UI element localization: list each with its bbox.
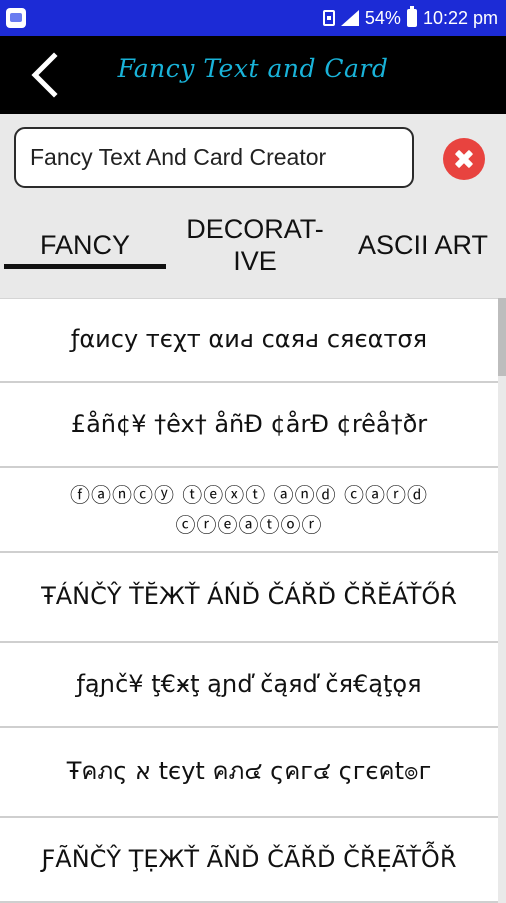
fancy-text-list: ƒαиϲу тєχт αиԁ ϲαяԁ ϲяєαтσя £åñ¢¥ †êx† å… xyxy=(0,298,498,903)
toolbar: Fancy Text and Card xyxy=(0,36,506,114)
battery-percent: 54% xyxy=(364,7,401,28)
sim-icon xyxy=(322,10,335,26)
search-input[interactable] xyxy=(14,127,414,188)
signal-icon xyxy=(340,10,359,26)
search-row xyxy=(0,114,506,200)
status-bar: 54% 10:22 pm xyxy=(0,0,506,36)
status-icons: 54% 10:22 pm xyxy=(322,0,498,36)
selected-tab-indicator xyxy=(4,264,166,269)
clear-button[interactable] xyxy=(443,138,485,180)
app-notification-icon xyxy=(6,8,26,28)
app-title: Fancy Text and Card xyxy=(117,54,389,83)
list-item[interactable]: ƒαиϲу тєχт αиԁ ϲαяԁ ϲяєαтσя xyxy=(0,298,498,383)
list-item[interactable]: ⓕⓐⓝⓒⓨ ⓣⓔⓧⓣ ⓐⓝⓓ ⓒⓐⓡⓓ ⓒⓡⓔⓐⓣⓞⓡ xyxy=(0,468,498,553)
tab-decorative[interactable]: DECORAT- IVE xyxy=(170,200,340,290)
tab-fancy[interactable]: FANCY xyxy=(4,200,166,290)
tab-bar: FANCY DECORAT- IVE ASCII ART xyxy=(0,200,506,290)
list-item[interactable]: ƑÃŇČŶ ŢẸЖŤ ÃŇĎ ČÃŘĎ ČŘẸÃŤỖŘ xyxy=(0,818,498,903)
clock: 10:22 pm xyxy=(422,7,498,28)
scrollbar[interactable] xyxy=(498,298,506,376)
list-item[interactable]: Ŧคภς א tєyt คภ๔ ςคг๔ ςгєคt๏г xyxy=(0,728,498,818)
list-item[interactable]: ƒąɲč¥ ţ€ӿţ ąɲď čąяď čя€ąţǫя xyxy=(0,643,498,728)
list-item[interactable]: £åñ¢¥ †êx† åñÐ ¢årÐ ¢rêå†ðr xyxy=(0,383,498,468)
tab-ascii-art[interactable]: ASCII ART xyxy=(340,200,506,290)
battery-icon xyxy=(406,6,417,27)
list-item[interactable]: ŦÁŃČŶ ŤĔЖŤ ÁŃĎ ČÁŘĎ ČŘĔÁŤŐŔ xyxy=(0,553,498,643)
